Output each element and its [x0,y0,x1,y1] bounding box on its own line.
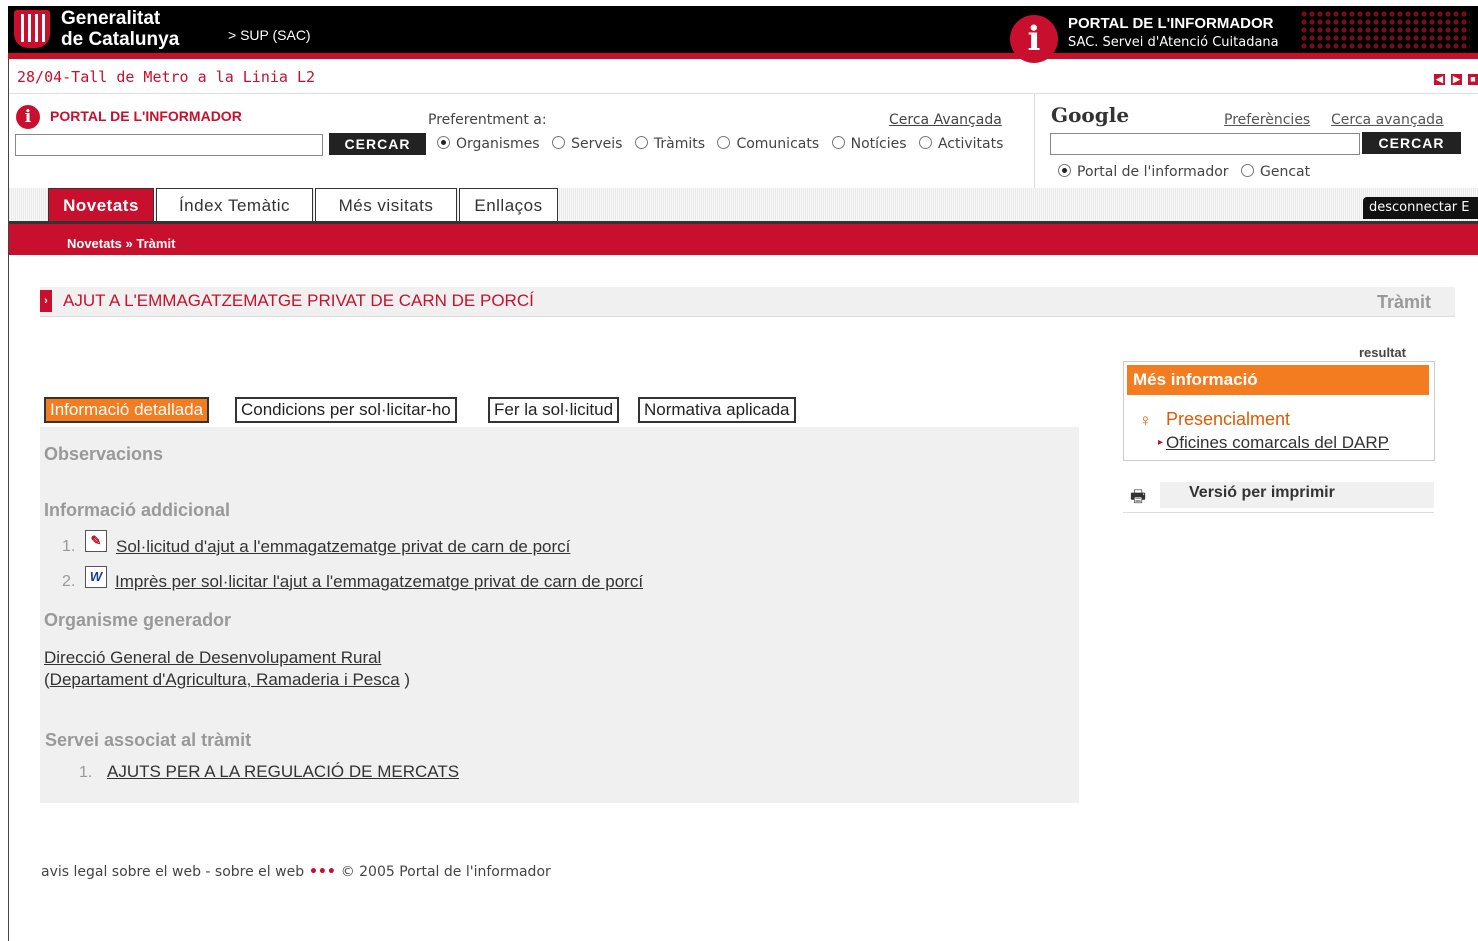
google-advanced-link[interactable]: Cerca avançada [1331,112,1444,128]
radio-label: Organismes [456,136,540,152]
google-search-button[interactable]: CERCAR [1362,132,1461,154]
servei-heading: Servei associat al tràmit [45,730,252,750]
title-arrow-icon: › [40,290,52,312]
servei-link[interactable]: AJUTS PER A LA REGULACIÓ DE MERCATS [107,762,459,782]
google-label: Google [1051,103,1130,127]
resultat-label: resultat [1359,345,1406,360]
organisme-heading: Organisme generador [44,610,232,630]
legal-link[interactable]: avis legal sobre el web [41,864,201,880]
logo-line2: de Catalunya [61,29,180,50]
generalitat-logo-text[interactable]: Generalitat de Catalunya [61,8,179,50]
list-number: 1. [79,764,93,781]
radio-label: Serveis [571,136,623,152]
preferentment-label: Preferentment a: [428,112,547,128]
radio-icon[interactable] [717,136,731,149]
divider [9,93,1478,94]
radio-icon[interactable] [634,136,648,149]
radio-gencat[interactable]: Gencat [1241,164,1310,180]
radio-selected-icon[interactable] [437,136,450,149]
document-link[interactable]: Sol·licitud d'ajut a l'emmagatzematge pr… [116,537,570,557]
portal-info-icon: i [16,105,40,129]
page-type-label: Tràmit [1377,292,1432,312]
tab-condicions[interactable]: Condicions per sol·licitar-ho [235,397,457,423]
organisme-link[interactable]: Direcció General de Desenvolupament Rura… [44,648,381,668]
document-link[interactable]: Imprès per sol·licitar l'ajut a l'emmaga… [115,572,643,592]
list-number: 2. [62,573,76,590]
tab-fer-sollicitud[interactable]: Fer la sol·licitud [488,397,620,423]
google-search-input[interactable] [1050,133,1360,155]
news-next-icon[interactable]: ▶ [1451,74,1462,85]
footer: avis legal sobre el web - sobre el web •… [41,864,551,880]
radio-icon[interactable] [918,136,932,149]
print-version-link[interactable]: Versió per imprimir [1189,484,1335,502]
organisme-dept: (Departament d'Agricultura, Ramaderia i … [44,670,410,690]
breadcrumb-link-novetats[interactable]: Novetats [67,236,122,251]
radio-icon[interactable] [552,136,566,149]
disconnect-button[interactable]: desconnectar E [1363,197,1478,219]
portal-search-label: PORTAL DE L'INFORMADOR [50,108,242,124]
news-prev-icon[interactable]: ◀ [1434,74,1445,85]
news-close-icon[interactable]: ■ [1468,74,1478,85]
about-link[interactable]: sobre el web [215,864,304,880]
observacions-heading: Observacions [44,444,164,464]
radio-label: Portal de l'informador [1077,164,1229,180]
tab-index-tematic[interactable]: Índex Temàtic [156,188,313,221]
tab-enllacos[interactable]: Enllaços [459,188,558,221]
radio-label: Comunicats [736,136,820,152]
department-link[interactable]: Departament d'Agricultura, Ramaderia i P… [50,670,400,689]
info-addicional-heading: Informació addicional [44,500,231,520]
copyright: © 2005 Portal de l'informador [340,864,551,880]
breadcrumb-separator: » [121,236,137,251]
logo-line1: Generalitat [61,8,161,29]
portal-subtitle: SAC. Servei d'Atenció Cuitadana [1068,35,1279,50]
arrow-right-icon: ▸ [1158,437,1164,448]
divider [1123,512,1434,513]
breadcrumb-current: Tràmit [136,236,176,251]
breadcrumb-bar [9,224,1478,255]
pdf-icon[interactable]: ✎ [85,530,107,552]
radio-label: Notícies [850,136,907,152]
list-number: 1. [62,538,76,555]
portal-search-button[interactable]: CERCAR [329,133,426,155]
radio-noticies[interactable]: Notícies [831,136,907,152]
breadcrumb: Novetats » Tràmit [67,236,175,251]
tab-novetats[interactable]: Novetats [48,188,154,221]
radio-icon[interactable] [831,136,845,149]
portal-title: PORTAL DE L'INFORMADOR [1068,15,1274,32]
header-dot-pattern [1300,10,1470,50]
google-scope-radios: Portal de l'informador Gencat [1058,164,1318,180]
radio-tramits[interactable]: Tràmits [634,136,705,152]
presencialment-label: Presencialment [1166,409,1291,429]
search-scope-radios: Organismes Serveis Tràmits Comunicats No… [437,136,1011,152]
portal-search-input[interactable] [15,134,323,156]
generalitat-logo-icon[interactable] [14,10,50,48]
footer-dash: - [200,864,215,880]
sup-link[interactable]: > SUP (SAC) [228,27,311,43]
printer-icon[interactable]: 🖶 [1130,484,1146,513]
tab-normativa[interactable]: Normativa aplicada [638,397,796,423]
radio-organismes[interactable]: Organismes [437,136,540,152]
paren-close: ) [399,670,411,689]
oficines-link[interactable]: Oficines comarcals del DARP [1166,433,1389,453]
tab-informacio-detallada[interactable]: Informació detallada [44,397,210,423]
radio-label: Activitats [937,136,1004,152]
radio-comunicats[interactable]: Comunicats [717,136,819,152]
tab-mes-visitats[interactable]: Més visitats [315,188,457,221]
radio-serveis[interactable]: Serveis [552,136,622,152]
more-info-heading: Més informació [1127,365,1429,395]
radio-icon[interactable] [1241,164,1255,177]
header-red-line [8,53,1478,59]
word-icon[interactable]: W [85,566,107,588]
page-title: AJUT A L'EMMAGATZEMATGE PRIVAT DE CARN D… [63,291,534,310]
footer-dots: ••• [304,864,341,880]
advanced-search-link[interactable]: Cerca Avançada [889,112,1002,128]
person-icon: ♀ [1139,411,1152,430]
radio-activitats[interactable]: Activitats [918,136,1004,152]
google-preferences-link[interactable]: Preferències [1224,112,1310,128]
radio-selected-icon[interactable] [1058,164,1071,177]
radio-label: Tràmits [653,136,705,152]
radio-portal[interactable]: Portal de l'informador [1058,164,1229,180]
news-ticker[interactable]: 28/04-Tall de Metro a la Linia L2 [17,68,315,86]
radio-label: Gencat [1260,164,1311,180]
